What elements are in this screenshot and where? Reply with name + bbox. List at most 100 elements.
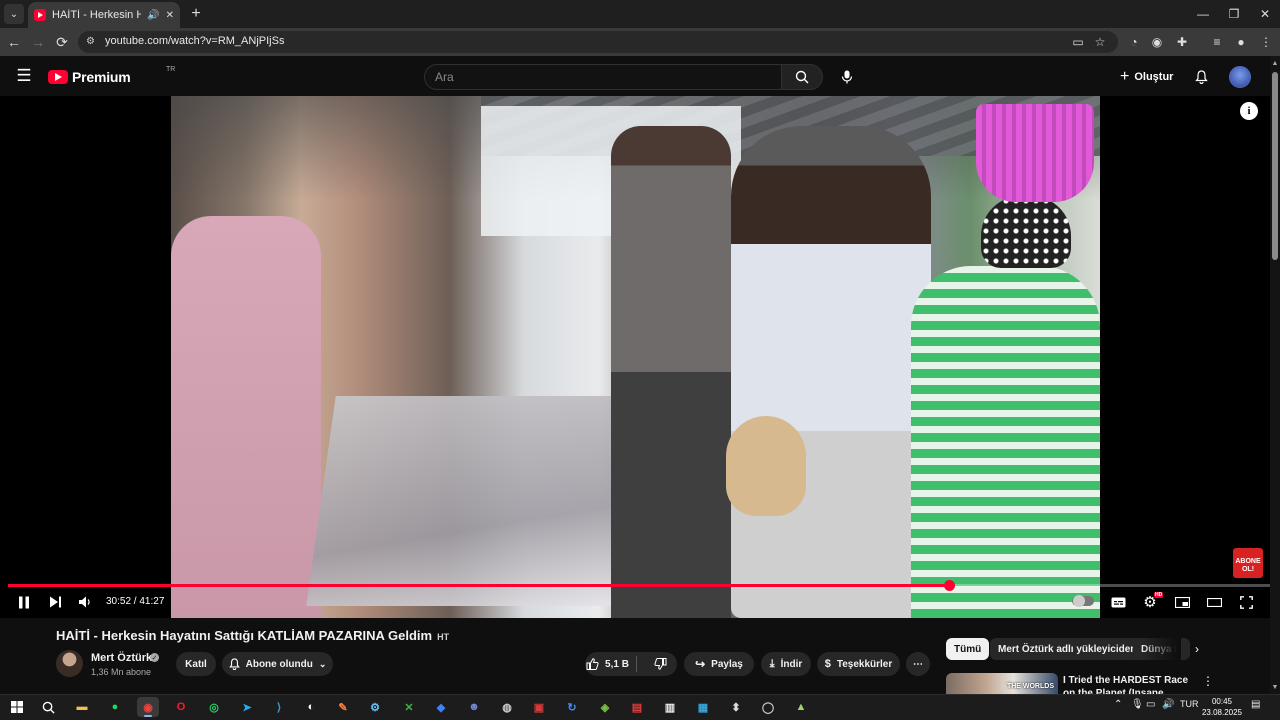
tray-overflow-icon[interactable]: ⌃ xyxy=(1114,699,1122,710)
app-grid-icon[interactable]: ▦ xyxy=(692,697,714,717)
browser-tab-active[interactable]: HAİTİ - Herkesin Hayatını S 🔊 ✕ xyxy=(28,2,180,28)
create-button[interactable]: + Oluştur xyxy=(1120,66,1173,88)
chip-all[interactable]: Tümü xyxy=(946,638,990,660)
speaker-icon[interactable]: 🔊 xyxy=(147,10,159,21)
search-icon xyxy=(795,70,809,84)
app-globe-icon[interactable]: ◯ xyxy=(757,697,779,717)
bookmark-star-icon[interactable]: ☆ xyxy=(1090,32,1110,52)
search-input[interactable] xyxy=(435,69,765,85)
minimize-window-button[interactable]: — xyxy=(1188,4,1218,24)
youtube-premium-logo[interactable]: Premium TR xyxy=(48,66,175,86)
xbox-icon[interactable]: ✕ xyxy=(398,697,420,717)
whatsapp-icon[interactable]: ◎ xyxy=(203,697,225,717)
chip-scroll-next-button[interactable]: › xyxy=(1188,640,1206,658)
search-icon xyxy=(42,701,55,714)
tray-volume-icon[interactable]: 🔊 xyxy=(1162,699,1174,710)
like-button[interactable]: 5,1 B xyxy=(585,658,630,670)
cast-icon[interactable]: ▭ xyxy=(1068,32,1088,52)
video-frame[interactable] xyxy=(171,96,1100,618)
discord-icon[interactable]: ☻ xyxy=(463,697,485,717)
recommended-more-button[interactable]: ⋮ xyxy=(1200,673,1216,689)
epic-games-icon[interactable]: ▥ xyxy=(659,697,681,717)
scroll-up-arrow-icon[interactable]: ▲ xyxy=(1271,60,1279,67)
new-tab-button[interactable]: + xyxy=(186,4,206,24)
account-avatar[interactable] xyxy=(1229,66,1251,88)
search-box[interactable] xyxy=(424,64,782,90)
windows-logo-icon xyxy=(11,701,23,713)
app-refresh-icon[interactable]: ↻ xyxy=(561,697,583,717)
restore-window-button[interactable]: ❐ xyxy=(1219,4,1249,24)
scrollbar-thumb[interactable] xyxy=(1272,72,1278,260)
more-actions-button[interactable]: ⋯ xyxy=(906,652,930,676)
autoplay-toggle[interactable] xyxy=(1072,595,1094,607)
vscode-icon[interactable]: ⟩ xyxy=(268,697,290,717)
video-info-icon[interactable]: i xyxy=(1240,102,1258,120)
miniplayer-button[interactable] xyxy=(1171,593,1193,611)
theater-mode-button[interactable] xyxy=(1203,593,1225,611)
app-shield-icon[interactable]: ◈ xyxy=(594,697,616,717)
app-gear-icon[interactable]: ◍ xyxy=(496,697,518,717)
close-window-button[interactable]: ✕ xyxy=(1250,4,1280,24)
browser-menu-icon[interactable]: ⋮ xyxy=(1256,32,1276,52)
close-tab-icon[interactable]: ✕ xyxy=(166,10,174,21)
steam-icon[interactable]: ⚙ xyxy=(364,697,386,717)
start-button[interactable] xyxy=(6,697,28,717)
thumbnail-caption: THE WORLDS xyxy=(1006,683,1054,690)
subscribed-button[interactable]: Abone olundu ⌄ xyxy=(222,652,333,676)
extensions-puzzle-icon[interactable]: ✚ xyxy=(1172,32,1192,52)
join-button[interactable]: Katıl xyxy=(176,652,216,676)
tray-microphone-icon[interactable]: 🎙 xyxy=(1131,699,1144,710)
app-steps-icon[interactable]: ⬍ xyxy=(725,697,747,717)
pause-button[interactable] xyxy=(13,593,35,611)
app-red-icon[interactable]: ▣ xyxy=(528,697,550,717)
media-control-icon[interactable]: ≡ xyxy=(1207,32,1227,52)
forward-button[interactable]: → xyxy=(28,32,48,52)
tab-search-button[interactable]: ⌄ xyxy=(4,4,24,24)
taskbar-clock[interactable]: 00:45 23.08.2025 xyxy=(1200,696,1244,718)
address-bar[interactable]: ⚙ youtube.com/watch?v=RM_ANjPIjSs xyxy=(78,31,1118,53)
pause-icon xyxy=(19,596,29,608)
opera-icon[interactable]: O xyxy=(170,697,192,717)
voice-search-button[interactable] xyxy=(836,66,858,88)
profile-icon[interactable]: ● xyxy=(1231,32,1251,52)
taskbar-search-button[interactable] xyxy=(37,697,59,717)
tray-language[interactable]: TUR xyxy=(1180,699,1199,709)
volume-button[interactable] xyxy=(74,593,96,611)
app-orange-icon[interactable]: ✎ xyxy=(332,697,354,717)
next-button[interactable] xyxy=(44,593,66,611)
subtitles-button[interactable] xyxy=(1107,593,1129,611)
share-button[interactable]: ↪ Paylaş xyxy=(684,652,754,676)
channel-name[interactable]: Mert Öztürk xyxy=(91,652,152,664)
guide-menu-icon[interactable]: ☰ xyxy=(14,66,34,86)
app-triangle-icon[interactable]: ▲ xyxy=(790,697,812,717)
app-game-icon[interactable]: ▤ xyxy=(626,697,648,717)
tray-network-icon[interactable]: ▭ xyxy=(1146,699,1155,710)
notification-center-icon[interactable]: ▤ xyxy=(1251,699,1260,710)
fullscreen-button[interactable] xyxy=(1235,593,1257,611)
channel-avatar[interactable] xyxy=(56,650,83,677)
dislike-button[interactable] xyxy=(643,658,677,670)
notifications-button[interactable] xyxy=(1190,66,1212,88)
download-button[interactable]: ⤓ İndir xyxy=(761,652,811,676)
spotify-icon[interactable]: ● xyxy=(104,697,126,717)
app-blue-icon[interactable]: ◆ xyxy=(430,697,452,717)
file-explorer-icon[interactable]: ▬ xyxy=(71,697,93,717)
telegram-icon[interactable]: ➤ xyxy=(236,697,258,717)
subscribe-watermark[interactable]: ABONE OL! xyxy=(1233,548,1263,578)
search-button[interactable] xyxy=(781,64,823,90)
site-info-icon[interactable]: ⚙ xyxy=(86,36,98,48)
thanks-button[interactable]: $ Teşekkürler xyxy=(817,652,900,676)
chip-from-uploader[interactable]: Mert Öztürk adlı yükleyiciden xyxy=(990,638,1145,660)
scroll-down-arrow-icon[interactable]: ▼ xyxy=(1271,684,1279,691)
subscriber-count: 1,36 Mn abone xyxy=(91,667,152,677)
back-button[interactable]: ← xyxy=(4,32,24,52)
progress-scrubber[interactable] xyxy=(943,580,955,591)
reload-button[interactable]: ⟳ xyxy=(52,32,72,52)
share-arrow-icon: ↪ xyxy=(695,657,706,671)
app-circle-icon[interactable]: ◐ xyxy=(300,697,322,717)
extension-glasses-icon[interactable]: ◔ xyxy=(1124,32,1144,52)
chrome-icon[interactable]: ◉ xyxy=(137,697,159,717)
extension-circle-icon[interactable]: ◉ xyxy=(1147,32,1167,52)
like-dislike-bar: 5,1 B xyxy=(585,652,677,676)
thumbs-down-icon xyxy=(653,658,666,670)
